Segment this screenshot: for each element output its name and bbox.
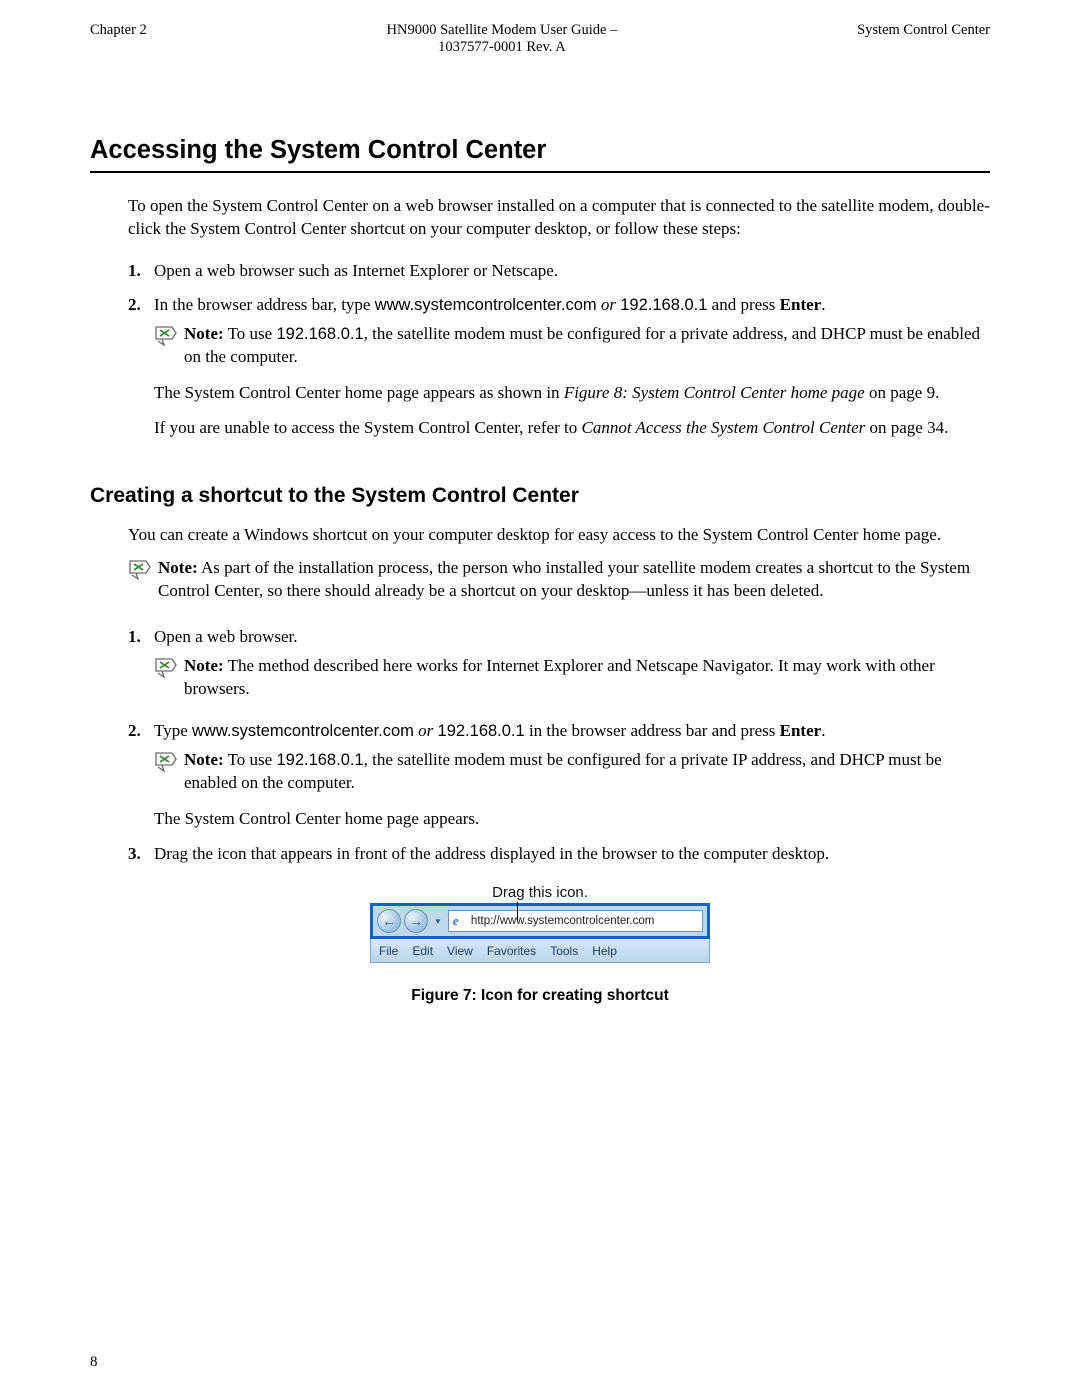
history-dropdown-caret-icon[interactable]: ▼ (431, 917, 445, 926)
note-block: Note: To use 192.168.0.1, the satellite … (154, 323, 990, 369)
note-block: Note: The method described here works fo… (154, 655, 990, 701)
section-heading-access: Accessing the System Control Center (90, 136, 990, 173)
note-label: Note: (184, 656, 224, 675)
figure-annotation: Drag this icon. (370, 884, 710, 901)
note-icon (154, 655, 184, 686)
followup-paragraph: The System Control Center home page appe… (154, 381, 990, 405)
figure-caption: Figure 7: Icon for creating shortcut (90, 987, 990, 1005)
note-icon (154, 323, 184, 354)
figure-leader-line (517, 902, 518, 920)
text-run: on page 9. (865, 383, 940, 402)
step-text: In the browser address bar, type www.sys… (154, 293, 990, 317)
text-run: In the browser address bar, type (154, 295, 375, 314)
ip-text: 192.168.0.1 (438, 722, 525, 740)
note-label: Note: (184, 750, 224, 769)
shortcut-steps-list: 1. Open a web browser. Note: The method … (128, 625, 990, 866)
figure-shortcut-icon: Drag this icon. ← → ▼ e http://www.syste… (370, 884, 710, 963)
text-run: and press (707, 295, 779, 314)
followup-paragraph: The System Control Center home page appe… (154, 807, 990, 831)
note-text: Note: To use 192.168.0.1, the satellite … (184, 749, 990, 795)
followup-paragraph: If you are unable to access the System C… (154, 416, 990, 440)
note-text: Note: To use 192.168.0.1, the satellite … (184, 323, 990, 369)
url-text: www.systemcontrolcenter.com (192, 722, 414, 740)
note-label: Note: (184, 324, 224, 343)
text-run: To use (224, 750, 277, 769)
text-run: . (821, 295, 825, 314)
text-run: or (597, 295, 621, 314)
step-number: 1. (128, 259, 154, 283)
xref-link[interactable]: Figure 8: System Control Center home pag… (564, 383, 865, 402)
note-text: Note: As part of the installation proces… (158, 557, 990, 603)
section-heading-shortcut: Creating a shortcut to the System Contro… (90, 484, 990, 508)
menu-edit[interactable]: Edit (412, 944, 433, 958)
shortcut-step-2: 2. Type www.systemcontrolcenter.com or 1… (128, 719, 990, 831)
header-center-line2: 1037577-0001 Rev. A (147, 39, 857, 56)
step-text: Open a web browser. (154, 625, 990, 649)
menu-view[interactable]: View (447, 944, 473, 958)
text-run: The System Control Center home page appe… (154, 383, 564, 402)
text-run: or (414, 721, 438, 740)
step-number: 2. (128, 293, 154, 317)
browser-back-button[interactable]: ← (377, 909, 401, 933)
note-block: Note: To use 192.168.0.1, the satellite … (154, 749, 990, 795)
text-run: Type (154, 721, 192, 740)
text-run: The method described here works for Inte… (184, 656, 935, 698)
section-intro: You can create a Windows shortcut on you… (128, 524, 990, 547)
header-center-line1: HN9000 Satellite Modem User Guide – (147, 22, 857, 39)
key-name: Enter (780, 721, 822, 740)
key-name: Enter (780, 295, 822, 314)
menu-favorites[interactable]: Favorites (487, 944, 536, 958)
menu-file[interactable]: File (379, 944, 398, 958)
note-text: Note: The method described here works fo… (184, 655, 990, 701)
menu-tools[interactable]: Tools (550, 944, 578, 958)
header-right: System Control Center (857, 22, 990, 56)
ip-text: 192.168.0.1 (276, 325, 363, 343)
text-run: on page 34. (865, 418, 948, 437)
text-run: . (821, 721, 825, 740)
step-number: 2. (128, 719, 154, 743)
note-icon (154, 749, 184, 780)
browser-menu-bar: File Edit View Favorites Tools Help (370, 939, 710, 963)
page-number: 8 (90, 1354, 98, 1371)
running-header: Chapter 2 HN9000 Satellite Modem User Gu… (90, 22, 990, 56)
browser-forward-button[interactable]: → (404, 909, 428, 933)
ip-text: 192.168.0.1 (620, 296, 707, 314)
text-run: in the browser address bar and press (525, 721, 780, 740)
text-run: If you are unable to access the System C… (154, 418, 581, 437)
address-bar-url: http://www.systemcontrolcenter.com (471, 915, 654, 927)
access-step-1: 1. Open a web browser such as Internet E… (128, 259, 990, 283)
header-left: Chapter 2 (90, 22, 147, 56)
xref-link[interactable]: Cannot Access the System Control Center (581, 418, 865, 437)
url-text: www.systemcontrolcenter.com (375, 296, 597, 314)
shortcut-step-1: 1. Open a web browser. Note: The method … (128, 625, 990, 701)
text-run: As part of the installation process, the… (158, 558, 970, 600)
note-block: Note: As part of the installation proces… (128, 557, 990, 603)
menu-help[interactable]: Help (592, 944, 617, 958)
note-icon (128, 557, 158, 588)
shortcut-step-3: 3. Drag the icon that appears in front o… (128, 842, 990, 866)
step-number: 1. (128, 625, 154, 649)
note-label: Note: (158, 558, 198, 577)
header-center: HN9000 Satellite Modem User Guide – 1037… (147, 22, 857, 56)
address-bar[interactable]: e http://www.systemcontrolcenter.com (448, 910, 703, 932)
browser-address-row: ← → ▼ e http://www.systemcontrolcenter.c… (370, 903, 710, 939)
step-number: 3. (128, 842, 154, 866)
text-run: To use (224, 324, 277, 343)
step-text: Drag the icon that appears in front of t… (154, 842, 990, 866)
page-icon[interactable]: e (453, 914, 467, 928)
ip-text: 192.168.0.1 (276, 751, 363, 769)
step-text: Open a web browser such as Internet Expl… (154, 259, 990, 283)
step-text: Type www.systemcontrolcenter.com or 192.… (154, 719, 990, 743)
access-steps-list: 1. Open a web browser such as Internet E… (128, 259, 990, 440)
access-step-2: 2. In the browser address bar, type www.… (128, 293, 990, 441)
intro-paragraph: To open the System Control Center on a w… (128, 195, 990, 241)
